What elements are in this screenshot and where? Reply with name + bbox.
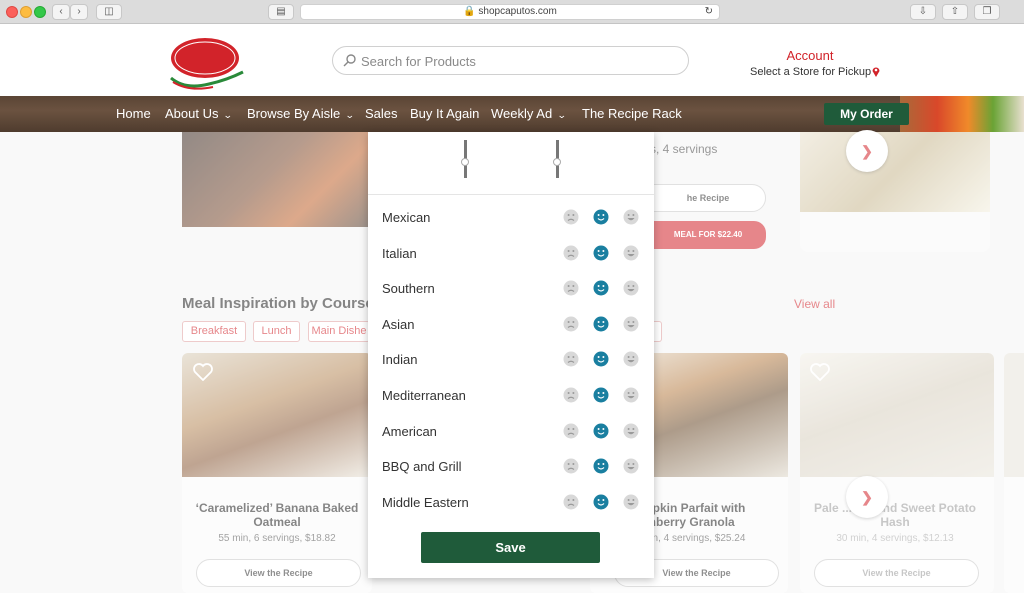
reader-icon[interactable]: ▤ bbox=[268, 4, 294, 20]
neutral-face-icon[interactable] bbox=[593, 316, 609, 332]
dislike-face-icon[interactable] bbox=[563, 494, 579, 510]
preference-slider[interactable] bbox=[552, 140, 562, 180]
love-face-icon[interactable] bbox=[623, 387, 639, 403]
dislike-face-icon[interactable] bbox=[563, 351, 579, 367]
cuisine-label: Middle Eastern bbox=[382, 494, 469, 510]
cuisine-row: Mediterranean bbox=[368, 378, 654, 414]
neutral-face-icon[interactable] bbox=[593, 245, 609, 261]
nav-browse-by-aisle[interactable]: Browse By Aisle ⌄ bbox=[247, 106, 355, 121]
cuisine-row: American bbox=[368, 414, 654, 450]
dislike-face-icon[interactable] bbox=[563, 458, 579, 474]
sidebar-icon[interactable]: ◫ bbox=[96, 4, 122, 20]
close-window-icon[interactable] bbox=[6, 6, 18, 18]
nav-recipe-rack[interactable]: The Recipe Rack bbox=[582, 106, 682, 121]
fullscreen-window-icon[interactable] bbox=[34, 6, 46, 18]
url-text: shopcaputos.com bbox=[478, 6, 557, 17]
love-face-icon[interactable] bbox=[623, 209, 639, 225]
love-face-icon[interactable] bbox=[623, 245, 639, 261]
account-link[interactable]: Account bbox=[760, 48, 860, 63]
cuisine-label: American bbox=[382, 423, 437, 439]
lock-icon: 🔒 bbox=[463, 6, 476, 17]
cuisine-label: Mexican bbox=[382, 210, 431, 225]
save-button[interactable]: Save bbox=[421, 532, 600, 563]
minimize-window-icon[interactable] bbox=[20, 6, 32, 18]
neutral-face-icon[interactable] bbox=[593, 351, 609, 367]
nav-weekly-ad[interactable]: Weekly Ad ⌄ bbox=[491, 106, 567, 121]
browser-toolbar: ‹ › ◫ ▤ 🔒 shopcaputos.com ↻ ⇩ ⇧ ❐ bbox=[0, 0, 1024, 24]
dislike-face-icon[interactable] bbox=[563, 245, 579, 261]
search-input[interactable] bbox=[361, 51, 661, 71]
caputos-logo[interactable] bbox=[165, 32, 251, 92]
slider-handle[interactable] bbox=[461, 158, 469, 166]
nav-sales[interactable]: Sales bbox=[365, 106, 398, 121]
love-face-icon[interactable] bbox=[623, 494, 639, 510]
cuisine-row: Italian bbox=[368, 236, 654, 272]
vegetables-banner-image bbox=[900, 96, 1024, 132]
back-icon[interactable]: ‹ bbox=[52, 4, 70, 20]
share-icon[interactable]: ⇧ bbox=[942, 4, 968, 20]
my-order-button[interactable]: My Order bbox=[824, 103, 909, 125]
love-face-icon[interactable] bbox=[623, 316, 639, 332]
nav-home-label: Home bbox=[116, 106, 151, 121]
nav-weekly-ad-label: Weekly Ad bbox=[491, 106, 553, 121]
cuisine-label: Mediterranean bbox=[382, 388, 466, 403]
cuisine-preferences-modal: Mexican Italian Southern Asian Indian Mediter… bbox=[368, 132, 654, 578]
cuisine-label: Asian bbox=[382, 316, 415, 332]
love-face-icon[interactable] bbox=[623, 458, 639, 474]
nav-buy-it-again[interactable]: Buy It Again bbox=[410, 106, 479, 121]
location-pin-icon bbox=[872, 67, 880, 77]
download-icon[interactable]: ⇩ bbox=[910, 4, 936, 20]
forward-icon[interactable]: › bbox=[70, 4, 88, 20]
preference-slider[interactable] bbox=[460, 140, 470, 180]
dislike-face-icon[interactable] bbox=[563, 316, 579, 332]
cuisine-label: BBQ and Grill bbox=[382, 459, 462, 475]
cuisine-row: Indian bbox=[368, 342, 654, 378]
tabs-icon[interactable]: ❐ bbox=[974, 4, 1000, 20]
neutral-face-icon[interactable] bbox=[593, 423, 609, 439]
cuisine-row: Mexican bbox=[368, 200, 654, 236]
cuisine-row: Southern bbox=[368, 271, 654, 307]
reload-icon[interactable]: ↻ bbox=[705, 5, 713, 19]
neutral-face-icon[interactable] bbox=[593, 458, 609, 474]
site-header: Account Select a Store for Pickup bbox=[0, 24, 1024, 96]
dislike-face-icon[interactable] bbox=[563, 387, 579, 403]
address-bar[interactable]: 🔒 shopcaputos.com ↻ bbox=[300, 4, 720, 20]
nav-about-us[interactable]: About Us ⌄ bbox=[165, 106, 234, 121]
cuisine-row: BBQ and Grill bbox=[368, 449, 654, 485]
nav-sales-label: Sales bbox=[365, 106, 398, 121]
nav-recipe-rack-label: The Recipe Rack bbox=[582, 106, 682, 121]
search-icon bbox=[343, 54, 356, 67]
chevron-down-icon: ⌄ bbox=[557, 110, 567, 120]
love-face-icon[interactable] bbox=[623, 280, 639, 296]
neutral-face-icon[interactable] bbox=[593, 494, 609, 510]
neutral-face-icon[interactable] bbox=[593, 387, 609, 403]
nav-about-us-label: About Us bbox=[165, 106, 219, 121]
cuisine-row: Asian bbox=[368, 307, 654, 343]
nav-browse-label: Browse By Aisle bbox=[247, 106, 341, 121]
search-box[interactable] bbox=[332, 46, 689, 75]
chevron-down-icon: ⌄ bbox=[223, 110, 234, 120]
select-store-link[interactable]: Select a Store for Pickup bbox=[750, 66, 871, 78]
cuisine-label: Italian bbox=[382, 245, 417, 261]
neutral-face-icon[interactable] bbox=[593, 280, 609, 296]
chevron-down-icon: ⌄ bbox=[345, 110, 355, 120]
nav-buy-it-again-label: Buy It Again bbox=[410, 106, 480, 121]
love-face-icon[interactable] bbox=[623, 351, 639, 367]
dislike-face-icon[interactable] bbox=[563, 423, 579, 439]
nav-home[interactable]: Home bbox=[116, 106, 151, 121]
cuisine-row: Middle Eastern bbox=[368, 485, 654, 521]
page-root: ‹ › ◫ ▤ 🔒 shopcaputos.com ↻ ⇩ ⇧ ❐ Accoun… bbox=[0, 0, 1024, 593]
dislike-face-icon[interactable] bbox=[563, 280, 579, 296]
love-face-icon[interactable] bbox=[623, 423, 639, 439]
dislike-face-icon[interactable] bbox=[563, 209, 579, 225]
slider-area bbox=[368, 132, 654, 195]
cuisine-label: Indian bbox=[382, 352, 418, 368]
neutral-face-icon[interactable] bbox=[593, 209, 609, 225]
slider-handle[interactable] bbox=[553, 158, 561, 166]
cuisine-label: Southern bbox=[382, 281, 435, 297]
